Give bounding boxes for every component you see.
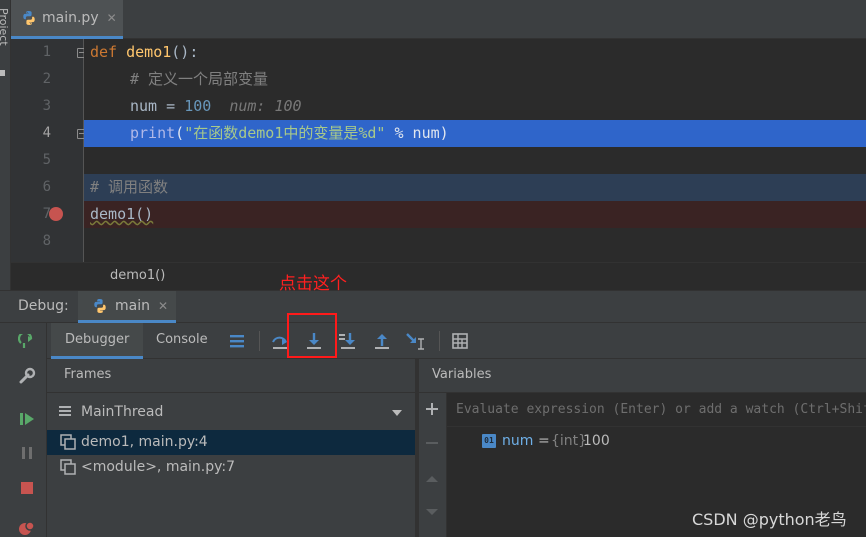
code-line-6: # 调用函数 [84,174,866,201]
keyword-def: def [90,43,118,61]
step-out-icon[interactable] [371,330,393,352]
variables-title: Variables [432,367,492,382]
python-run-config-icon [94,299,106,313]
annotation-highlight-box [287,313,337,358]
line-number: 5 [42,152,51,168]
int-variable-icon: 01 [482,434,496,448]
code-line-2: # 定义一个局部变量 [84,66,866,93]
close-session-icon[interactable]: ✕ [158,299,168,313]
editor-tab-bar: main.py ✕ [11,0,866,39]
stack-frame-icon [60,459,76,475]
breadcrumb: demo1() [11,262,866,290]
tab-debugger[interactable]: Debugger [51,323,144,359]
step-into-my-code-icon[interactable] [337,330,359,352]
frame-label: <module>, main.py:7 [81,459,236,475]
remove-watch-icon[interactable] [425,436,439,454]
line-number: 4 [42,125,51,141]
thread-name: MainThread [81,404,164,420]
run-to-cursor-icon[interactable] [405,330,427,352]
settings-wrench-icon[interactable] [17,366,37,386]
code-number: 100 [184,97,212,115]
variables-side-toolbar [419,393,447,537]
variable-value: 100 [583,433,610,449]
menu-lines-icon[interactable] [226,330,248,352]
pause-icon[interactable] [17,443,37,463]
debug-session-tab[interactable]: main ✕ [78,291,176,323]
view-breakpoints-icon[interactable] [17,519,37,537]
annotation-label: 点击这个 [279,274,347,294]
code-text: ( [175,124,185,142]
editor-gutter[interactable]: 1 2 3 4 5 6 7 8 [11,39,86,262]
editor-tab-label: main.py [42,10,99,26]
watermark: CSDN @python老鸟 [692,510,847,529]
variable-equals: = [538,433,550,449]
editor-tab-main-py[interactable]: main.py ✕ [11,0,123,39]
thread-selector[interactable]: MainThread [47,398,415,426]
code-text: num = [130,97,185,115]
function-name: demo1 [126,43,172,61]
resume-icon[interactable] [17,409,37,429]
code-line-4-execution-point: print("在函数demo1中的变量是%d" % num) [84,120,866,147]
debug-side-toolbar [0,323,47,537]
stack-frame-icon [60,434,76,450]
debug-tool-window-header: Debug: main ✕ [0,290,866,323]
line-number: 2 [42,71,51,87]
code-line-1: def demo1(): [84,39,866,66]
code-text: % num) [385,124,449,142]
frame-label: demo1, main.py:4 [81,434,208,450]
line-number: 8 [42,233,51,249]
code-text: demo1() [90,205,154,223]
close-tab-icon[interactable]: ✕ [107,11,117,25]
code-string: "在函数demo1中的变量是%d" [184,124,386,142]
frames-header: Frames [47,359,415,393]
debug-title-label: Debug: [18,298,69,314]
chevron-down-icon [392,410,402,416]
line-number: 3 [42,98,51,114]
code-comment: # 调用函数 [90,178,169,196]
frames-title: Frames [64,367,112,382]
tab-console[interactable]: Console [142,323,222,359]
evaluate-expression-calculator-icon[interactable] [449,330,471,352]
code-line-3: num = 100 num: 100 [84,93,866,120]
code-comment: # 定义一个局部变量 [130,70,269,88]
move-down-icon[interactable] [425,506,439,521]
stop-icon[interactable] [17,478,37,498]
variable-type: {int} [551,433,588,449]
project-strip-label: Project [0,8,10,46]
debug-session-label: main [115,298,150,314]
inline-value-hint: num: 100 [229,97,302,115]
add-watch-icon[interactable] [425,402,439,420]
breakpoint-icon[interactable] [49,207,63,221]
builtin-print: print [130,124,176,142]
code-line-7-breakpoint: demo1() [84,201,866,228]
thread-icon [59,406,71,416]
project-tool-strip[interactable]: Project [0,0,11,293]
line-number: 6 [42,179,51,195]
line-number: 7 [42,206,51,222]
python-file-icon [23,11,35,25]
variables-header: Variables [419,359,866,393]
move-up-icon[interactable] [425,473,439,488]
breadcrumb-item[interactable]: demo1() [110,268,165,283]
frames-panel: MainThread demo1, main.py:4 <module>, ma… [47,393,415,537]
project-strip-mark [0,70,5,76]
frame-item[interactable]: <module>, main.py:7 [47,455,415,480]
evaluate-expression-input[interactable] [447,393,866,427]
code-editor[interactable]: def demo1(): # 定义一个局部变量 num = 100 num: 1… [84,39,866,262]
code-text: (): [171,43,199,61]
frame-item[interactable]: demo1, main.py:4 [47,430,415,455]
rerun-icon[interactable] [17,333,37,353]
toolbar-separator [439,331,440,351]
debugger-toolbar: Debugger Console [47,323,866,359]
line-number: 1 [42,44,51,60]
toolbar-separator [259,331,260,351]
variable-row[interactable]: 01 num = {int} 100 [447,430,866,454]
variable-name: num [502,433,534,449]
